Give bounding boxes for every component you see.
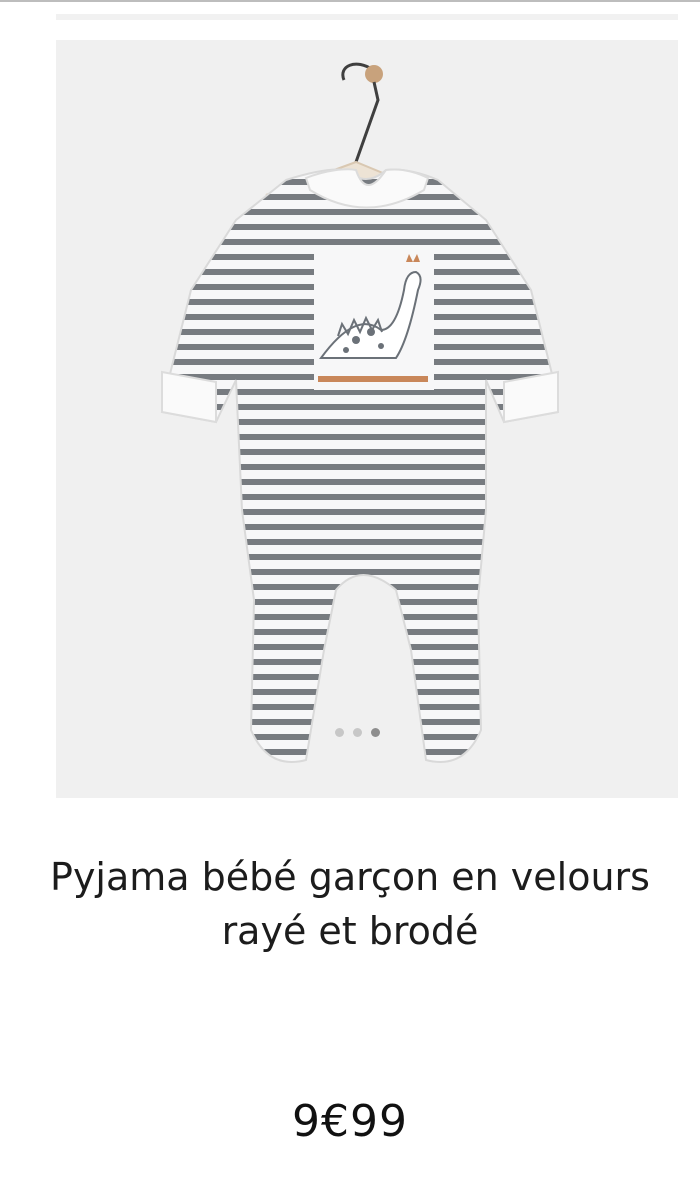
section-divider: [56, 14, 678, 20]
left-cuff: [161, 370, 217, 424]
pajama-illustration: [160, 62, 560, 763]
dinosaur-embroidery: [314, 250, 434, 390]
right-cuff: [503, 370, 559, 424]
carousel-dot-2[interactable]: [353, 728, 362, 737]
product-image[interactable]: [56, 40, 678, 798]
product-title[interactable]: Pyjama bébé garçon en velours rayé et br…: [40, 850, 660, 958]
carousel-dots[interactable]: [335, 728, 380, 737]
carousel-dot-3[interactable]: [371, 728, 380, 737]
product-price: 9€99: [292, 1096, 408, 1147]
top-divider: [0, 0, 700, 2]
carousel-dot-1[interactable]: [335, 728, 344, 737]
